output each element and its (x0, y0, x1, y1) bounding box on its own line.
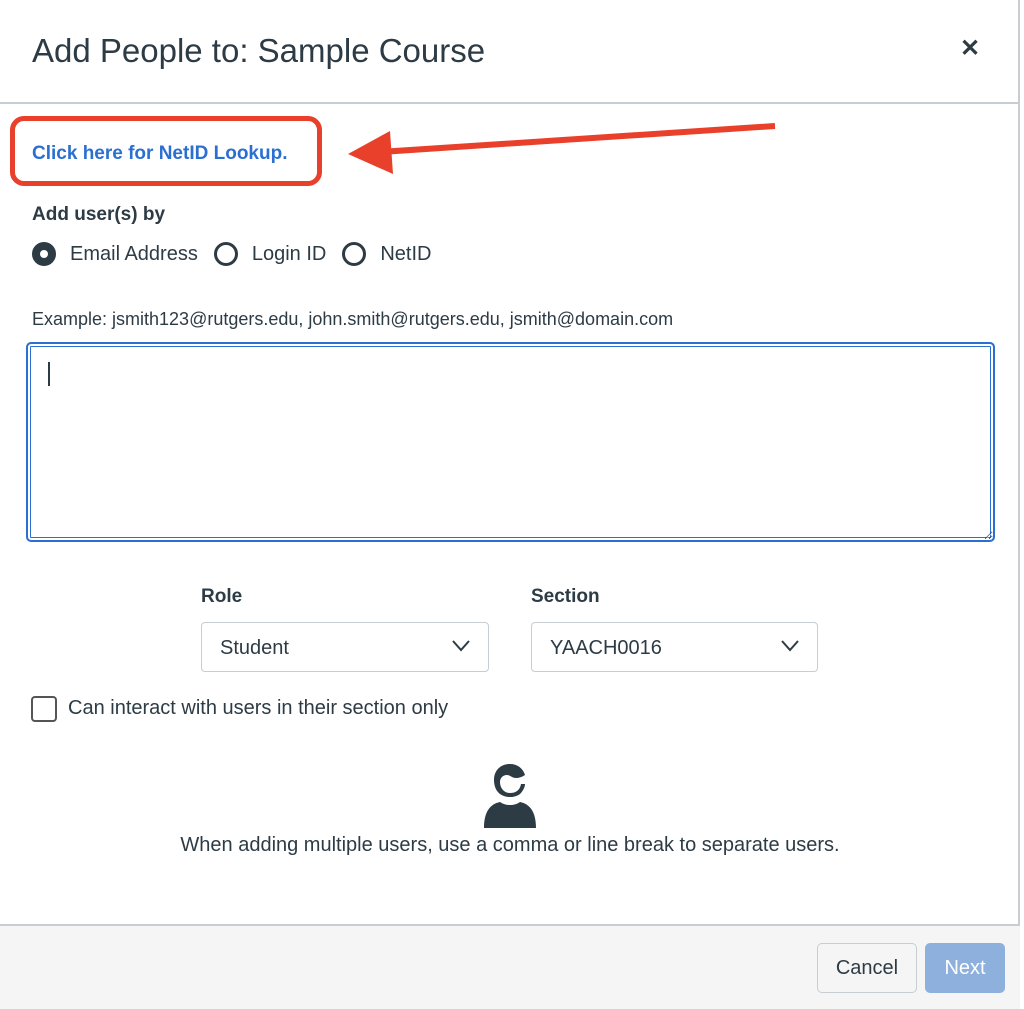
section-select[interactable]: YAACH0016 (531, 622, 818, 672)
dialog-title: Add People to: Sample Course (32, 32, 486, 69)
person-icon (484, 764, 536, 828)
radio-label: Email Address (70, 242, 198, 265)
users-input[interactable] (26, 342, 995, 542)
chevron-down-icon (452, 640, 470, 652)
role-label: Role (201, 586, 243, 607)
radio-label: Login ID (251, 242, 327, 265)
netid-lookup-link[interactable]: Click here for NetID Lookup. (32, 143, 287, 165)
radio-netid[interactable]: NetID (342, 242, 431, 266)
radio-checked-icon (32, 242, 56, 266)
section-label: Section (531, 586, 600, 607)
radio-label: NetID (380, 242, 432, 265)
add-by-label: Add user(s) by (32, 204, 166, 225)
close-icon[interactable]: ✕ (960, 34, 980, 63)
radio-login-id[interactable]: Login ID (213, 242, 327, 266)
radio-email[interactable]: Email Address (32, 242, 198, 266)
radio-unchecked-icon (342, 242, 367, 266)
divider (0, 102, 1020, 104)
example-text: Example: jsmith123@rutgers.edu, john.smi… (32, 309, 674, 329)
next-button[interactable]: Next (925, 943, 1005, 993)
role-value: Student (220, 637, 289, 659)
add-by-radio-group: Email Address Login ID NetID (32, 242, 447, 266)
text-caret (48, 362, 50, 386)
chevron-down-icon (781, 640, 799, 652)
radio-unchecked-icon (213, 242, 238, 266)
cancel-button[interactable]: Cancel (817, 943, 917, 993)
role-select[interactable]: Student (201, 622, 489, 672)
section-value: YAACH0016 (550, 637, 662, 659)
section-only-label: Can interact with users in their section… (68, 697, 449, 719)
annotation-arrow-icon (348, 123, 776, 174)
section-only-checkbox[interactable] (31, 696, 57, 722)
hint-text: When adding multiple users, use a comma … (180, 834, 840, 856)
